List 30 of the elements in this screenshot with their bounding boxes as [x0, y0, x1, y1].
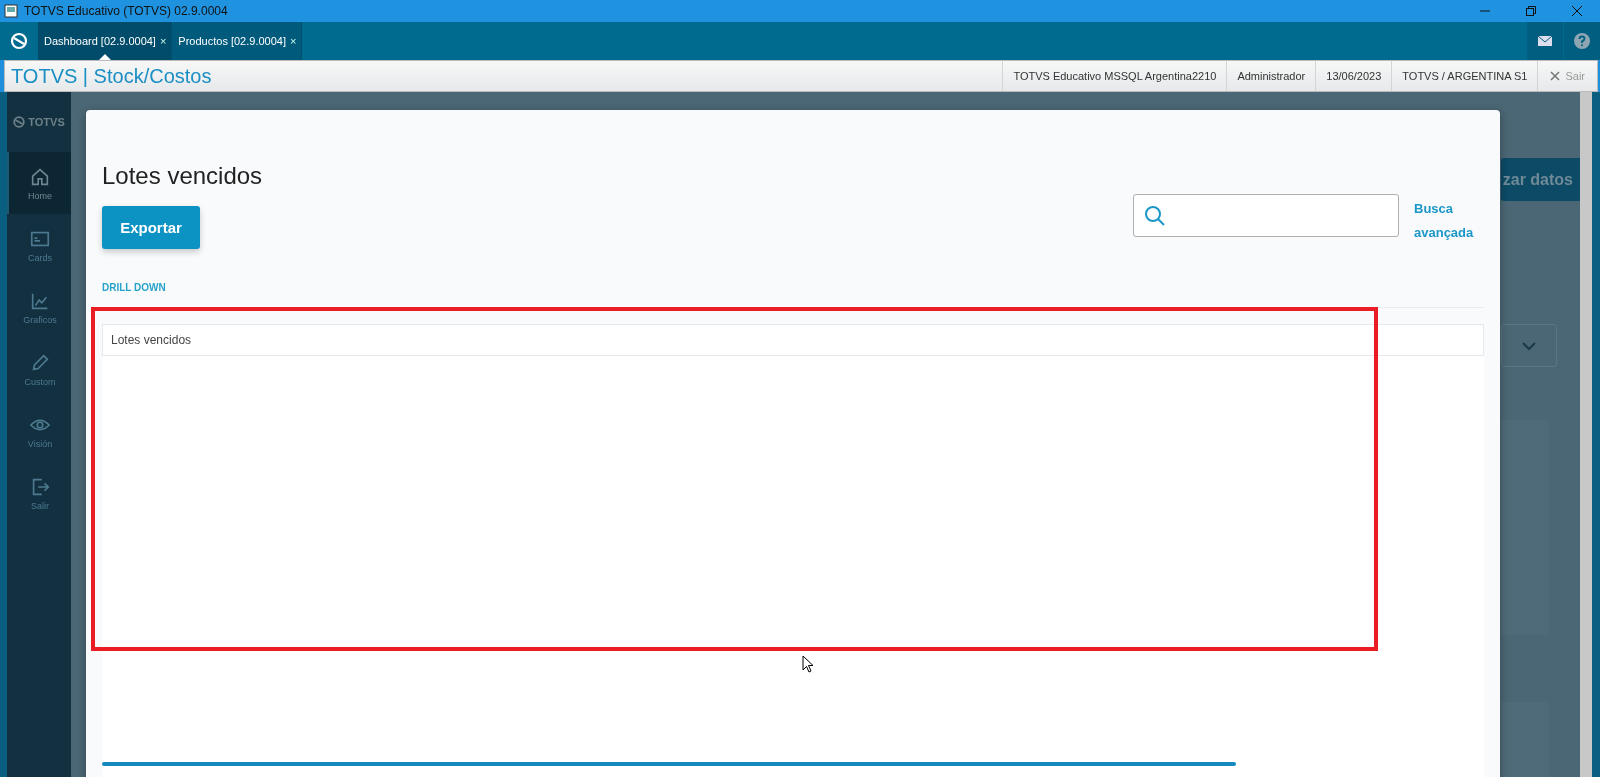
dialog-title: Lotes vencidos: [102, 162, 264, 190]
close-icon: [1550, 71, 1561, 81]
chevron-down-icon: [1521, 340, 1537, 351]
update-button[interactable]: zar datos: [1501, 158, 1581, 201]
sidebar-item[interactable]: Home: [7, 152, 71, 214]
vertical-scrollbar[interactable]: [1580, 92, 1592, 777]
tab[interactable]: Dashboard [02.9.0004] ×: [38, 22, 173, 60]
search-field[interactable]: [1133, 194, 1399, 237]
session-info: TOTVS Educativo MSSQL Argentina2210: [1002, 61, 1227, 91]
dropdown[interactable]: [1501, 324, 1557, 367]
section-label: DRILL DOWN: [102, 282, 1484, 308]
search-icon: [1144, 204, 1166, 227]
window-title: TOTVS Educativo (TOTVS) 02.9.0004: [24, 4, 229, 18]
horizontal-scrollbar[interactable]: [102, 762, 1236, 766]
logout-button[interactable]: Sair: [1537, 61, 1597, 91]
advanced-search-link[interactable]: Busca avançada: [1414, 197, 1482, 245]
help-icon[interactable]: [1564, 22, 1600, 60]
session-info: Administrador: [1226, 61, 1316, 91]
mail-icon[interactable]: [1527, 22, 1563, 60]
export-button[interactable]: Exportar: [102, 206, 200, 249]
session-info: 13/06/2023: [1315, 61, 1392, 91]
session-info: TOTVS / ARGENTINA S1: [1391, 61, 1538, 91]
brand-logo: TOTVS: [28, 116, 65, 128]
panel-header: Lotes vencidos: [102, 324, 1484, 356]
tab[interactable]: Productos [02.9.0004] ×: [172, 22, 303, 60]
logo-icon: [13, 116, 26, 128]
cursor-icon: [802, 655, 814, 673]
app-icon: [4, 4, 18, 18]
logo-icon[interactable]: [10, 32, 28, 50]
app-title: TOTVS | Stock/Costos: [10, 64, 213, 88]
